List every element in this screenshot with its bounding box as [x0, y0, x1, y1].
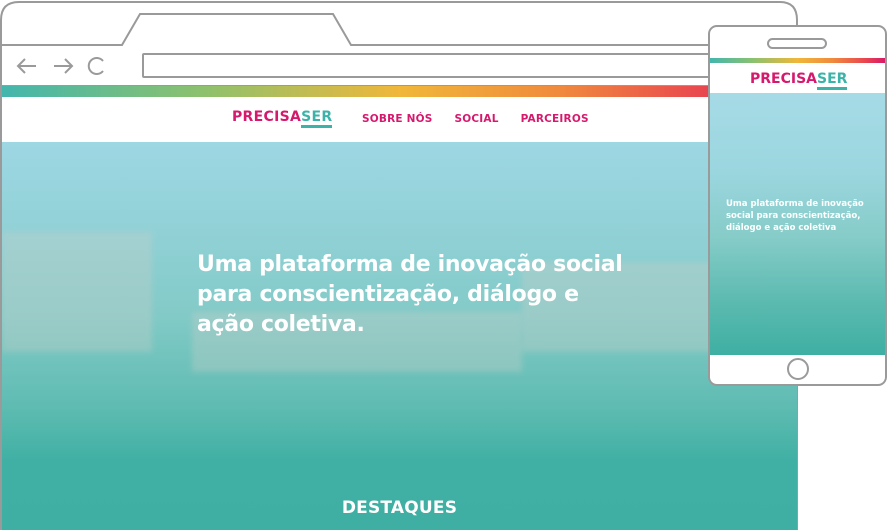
phone-speaker	[767, 38, 827, 49]
highlights-heading: DESTAQUES	[341, 498, 458, 518]
address-bar[interactable]	[142, 53, 722, 78]
menu-item-social[interactable]: SOCIAL	[454, 113, 498, 125]
mobile-site-logo[interactable]: PRECISASER	[750, 71, 848, 90]
hero-section: Uma plataforma de inovação social para c…	[2, 142, 797, 530]
mobile-viewport: PRECISASER Uma plataforma de inovação so…	[710, 58, 885, 355]
brand-gradient-strip	[2, 86, 797, 97]
forward-arrow-icon[interactable]	[51, 54, 75, 78]
mobile-hero-headline: Uma plataforma de inovação social para c…	[726, 199, 864, 233]
mobile-logo-part-precisa: PRECISA	[750, 71, 818, 87]
menu-item-parceiros[interactable]: PARCEIROS	[521, 113, 589, 125]
main-menu: SOBRE NÓS SOCIAL PARCEIROS	[362, 113, 589, 125]
site-header: PRECISASER SOBRE NÓS SOCIAL PARCEIROS	[2, 97, 797, 142]
logo-part-precisa: PRECISA	[232, 109, 302, 125]
back-arrow-icon[interactable]	[15, 54, 39, 78]
mobile-phone-mockup: PRECISASER Uma plataforma de inovação so…	[708, 25, 887, 386]
mobile-logo-part-ser: SER	[817, 71, 848, 90]
desktop-browser-mockup: PRECISASER SOBRE NÓS SOCIAL PARCEIROS Um…	[0, 0, 798, 531]
menu-item-sobre-nos[interactable]: SOBRE NÓS	[362, 113, 432, 125]
reload-icon[interactable]	[85, 54, 109, 78]
phone-home-button	[787, 358, 809, 380]
logo-part-ser: SER	[301, 109, 333, 128]
site-logo[interactable]: PRECISASER	[232, 109, 333, 128]
hero-background-image	[2, 232, 152, 352]
mobile-hero-section: Uma plataforma de inovação social para c…	[710, 93, 885, 355]
hero-headline: Uma plataforma de inovação social para c…	[197, 252, 623, 337]
browser-nav-controls	[15, 54, 110, 78]
mobile-site-header: PRECISASER	[710, 63, 885, 93]
website-viewport: PRECISASER SOBRE NÓS SOCIAL PARCEIROS Um…	[2, 86, 797, 530]
